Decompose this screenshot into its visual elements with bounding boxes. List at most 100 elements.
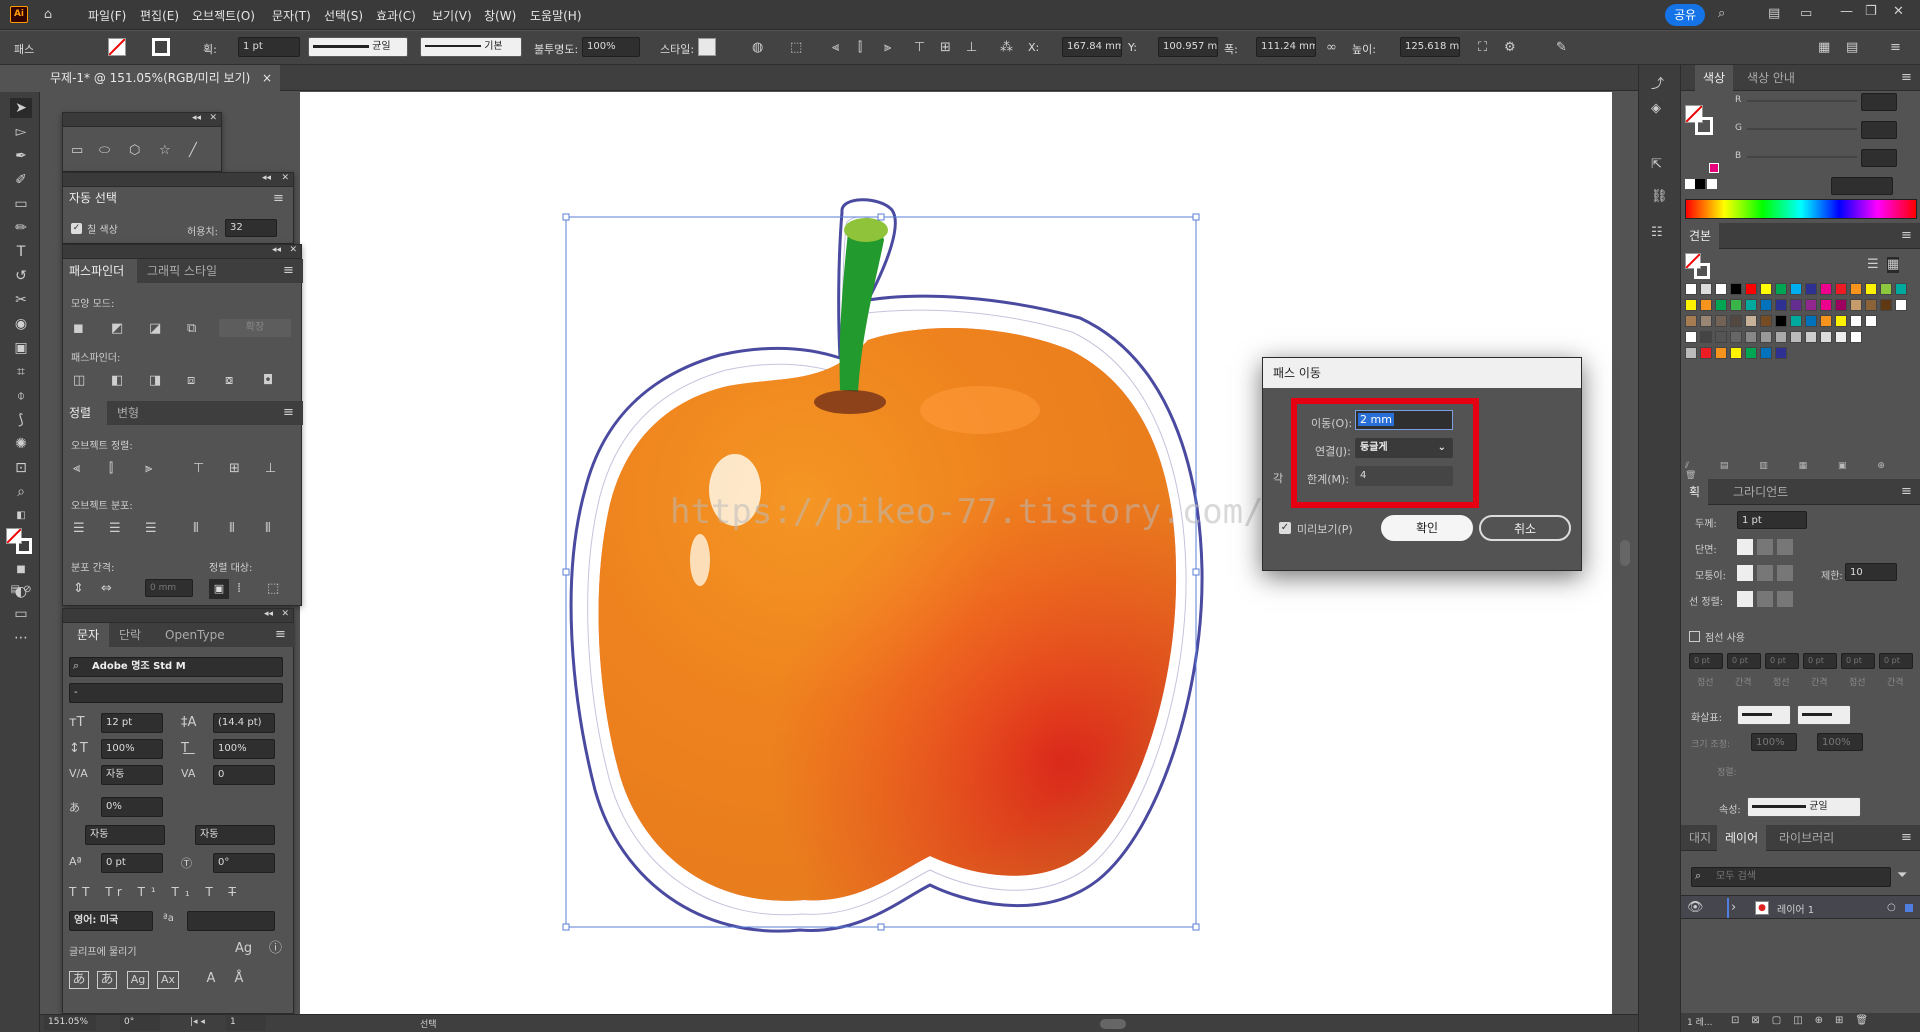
color-swatch[interactable]	[1835, 315, 1847, 327]
layers-footer-icons[interactable]: ⊡⊠▢◫⊕⊞🗑	[1731, 1015, 1880, 1026]
eyedropper-tool-icon[interactable]: ⌽	[10, 386, 32, 406]
collapse-icon[interactable]: ◂◂	[192, 113, 201, 123]
distribute-top-icon[interactable]: ☰	[73, 521, 85, 537]
ok-button[interactable]: 확인	[1381, 515, 1473, 541]
color-spectrum[interactable]	[1685, 199, 1917, 219]
symbol-sprayer-icon[interactable]: ✺	[10, 434, 32, 454]
cancel-button[interactable]: 취소	[1479, 515, 1571, 541]
bevel-join-icon[interactable]	[1777, 565, 1793, 581]
horizontal-scale-field[interactable]: 100%	[213, 739, 275, 759]
glyph-guide-icon[interactable]: Ag	[235, 941, 252, 957]
dash-gap-fields[interactable]: 0 pt 점선 0 pt 간격 0 pt 점선 0 pt 간격 0 pt 점선 0 pt 간격	[1685, 653, 1917, 693]
align-vcenter-icon[interactable]: ⊞	[229, 461, 240, 477]
tracking-field[interactable]: 0	[213, 765, 275, 785]
warp-tool-icon[interactable]: ◉	[10, 314, 32, 334]
color-swatch[interactable]	[1715, 283, 1727, 295]
menu-item[interactable]: 오브젝트(O)	[192, 7, 255, 24]
color-swatch[interactable]	[1835, 299, 1847, 311]
panel-tab-auto-select[interactable]: 자동 선택	[63, 187, 133, 209]
default-colors-icon[interactable]: ◧	[10, 506, 32, 526]
out-of-gamut-swatch[interactable]	[1709, 163, 1719, 173]
black-swatch[interactable]	[1695, 179, 1705, 189]
vertical-spacing-icon[interactable]: ⇕	[73, 581, 84, 597]
layers-search-input[interactable]: 모두 검색	[1691, 867, 1891, 887]
panel-menu-icon[interactable]: ≡	[1901, 830, 1912, 846]
color-swatch[interactable]	[1820, 283, 1832, 295]
direct-selection-tool-icon[interactable]: ▻	[10, 122, 32, 142]
butt-cap-icon[interactable]	[1737, 539, 1753, 555]
miter-limit-input[interactable]: 4	[1355, 466, 1453, 486]
selection-indicator[interactable]	[1905, 904, 1913, 912]
horizontal-spacing-icon[interactable]: ⇔	[101, 581, 112, 597]
tsume-field[interactable]: 0%	[101, 797, 163, 817]
start-scale-field[interactable]: 100%	[1751, 733, 1797, 751]
intersect-icon[interactable]: ◪	[149, 321, 161, 337]
align-outside-stroke-icon[interactable]	[1777, 591, 1793, 607]
variable-width-profile-dropdown[interactable]: 균일	[308, 37, 408, 57]
offset-input[interactable]: 2 mm	[1355, 410, 1453, 430]
bbox-handle[interactable]	[1192, 923, 1200, 931]
list-view-icon[interactable]: ☰	[1867, 257, 1879, 273]
dash-field[interactable]: 0 pt	[1689, 653, 1723, 669]
type-tool-icon[interactable]: T	[10, 242, 32, 262]
zoom-field[interactable]: 151.05%	[44, 1015, 96, 1031]
color-swatch[interactable]	[1715, 331, 1727, 343]
color-swatch[interactable]	[1835, 331, 1847, 343]
color-swatch[interactable]	[1730, 283, 1742, 295]
restore-icon[interactable]: ❐	[1865, 4, 1877, 20]
layer-row[interactable]: 👁 › ● 레이어 1 ○	[1681, 895, 1920, 919]
zoom-tool-icon[interactable]: ⌕	[10, 482, 32, 502]
recolor-artwork-icon[interactable]: ◍	[752, 40, 763, 56]
tab-opentype[interactable]: OpenType	[159, 623, 229, 647]
color-swatch[interactable]	[1760, 283, 1772, 295]
snap-baseline-icon[interactable]: あ	[69, 971, 89, 989]
align-hcenter-icon[interactable]: ⫿	[109, 461, 113, 477]
distribute-hcenter-icon[interactable]: ⦀	[229, 521, 235, 537]
graphic-style-swatch[interactable]	[698, 38, 716, 56]
bbox-handle[interactable]	[877, 213, 885, 221]
horizontal-scroll-thumb[interactable]	[1100, 1019, 1126, 1029]
line-segment-icon[interactable]: ╱	[189, 143, 197, 159]
rectangle-icon[interactable]: ▭	[71, 143, 83, 159]
stroke-weight-field[interactable]: 1 pt	[238, 37, 300, 57]
color-swatch[interactable]	[1685, 347, 1697, 359]
snap-x-height-icon[interactable]: あ	[97, 971, 117, 989]
leading-field[interactable]: (14.4 pt)	[213, 713, 275, 733]
color-swatch[interactable]	[1850, 299, 1862, 311]
align-left-icon[interactable]: ⫷	[73, 461, 80, 477]
close-panel-icon[interactable]: ✕	[281, 609, 289, 619]
color-swatch[interactable]	[1745, 331, 1757, 343]
align-hcenter-icon[interactable]: ⫿	[858, 40, 862, 56]
expand-button[interactable]: 확장	[219, 319, 291, 337]
curvature-tool-icon[interactable]: ✐	[10, 170, 32, 190]
fill-color-checkbox[interactable]: ✓	[71, 223, 82, 234]
h-field[interactable]: 125.618 m	[1400, 37, 1460, 57]
snap-proximity-icon[interactable]: Ax	[157, 971, 179, 989]
r-field[interactable]	[1861, 93, 1897, 111]
b-slider[interactable]	[1747, 156, 1857, 158]
rotation-field[interactable]: 0°	[120, 1015, 160, 1031]
distribute-right-icon[interactable]: ⦀	[265, 521, 271, 537]
b-field[interactable]	[1861, 149, 1897, 167]
anti-aliasing-dropdown[interactable]	[187, 911, 275, 931]
trim-icon[interactable]: ◧	[111, 373, 123, 389]
end-scale-field[interactable]: 100%	[1817, 733, 1863, 751]
font-family-field[interactable]: Adobe 명조 Std M	[69, 657, 283, 677]
color-swatch[interactable]	[1805, 331, 1817, 343]
outline-icon[interactable]: ⧇	[225, 373, 233, 389]
color-swatch[interactable]	[1700, 283, 1712, 295]
color-swatch[interactable]	[1880, 283, 1892, 295]
reference-point-icon[interactable]: ⁂	[1000, 40, 1013, 56]
artboard-nav-first[interactable]: |◂ ◂	[190, 1017, 205, 1027]
color-swatch[interactable]	[1730, 315, 1742, 327]
tab-libraries[interactable]: 라이브러리	[1771, 825, 1842, 851]
color-swatch[interactable]	[1730, 299, 1742, 311]
align-to-icon[interactable]: ⬚	[790, 40, 802, 56]
bbox-handle[interactable]	[562, 213, 570, 221]
menu-item[interactable]: 창(W)	[484, 7, 516, 24]
bbox-handle[interactable]	[1192, 568, 1200, 576]
color-swatch[interactable]	[1880, 299, 1892, 311]
menu-item[interactable]: 문자(T)	[272, 7, 311, 24]
menu-item[interactable]: 도움말(H)	[530, 7, 582, 24]
color-swatch[interactable]	[1865, 299, 1877, 311]
